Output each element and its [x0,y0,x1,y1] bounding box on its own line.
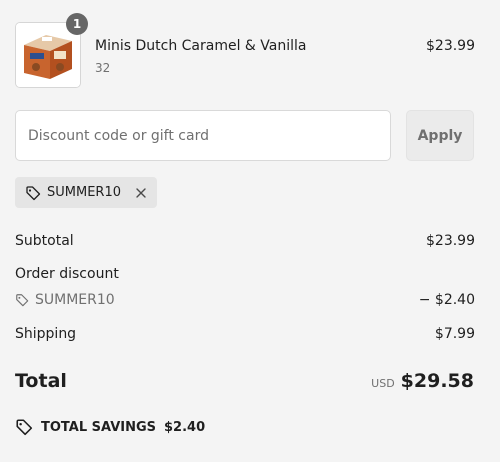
close-icon[interactable] [135,187,147,199]
discount-code-name: SUMMER10 [35,292,115,308]
line-item: 1 Minis Dutch Caramel & Vanilla 32 $23.9… [15,13,475,88]
applied-discount-tag: SUMMER10 [15,177,157,208]
discount-value: − $2.40 [418,292,475,308]
product-variant: 32 [95,61,111,75]
subtotal-label: Subtotal [15,233,74,249]
total-value: USD $29.58 [371,370,474,392]
total-savings-row: TOTAL SAVINGS $2.40 [15,418,205,436]
total-label: Total [15,370,67,392]
shipping-row: Shipping $7.99 [15,326,475,342]
subtotal-value: $23.99 [426,233,475,249]
discount-code-row: SUMMER10 − $2.40 [15,292,475,308]
currency-code: USD [371,377,395,390]
applied-discount-code: SUMMER10 [47,185,121,200]
quantity-badge: 1 [66,13,88,35]
total-savings-amount: $2.40 [164,419,206,435]
shipping-value: $7.99 [434,326,475,342]
discount-code-input[interactable] [15,110,391,161]
product-price: $23.99 [426,38,475,54]
order-discount-row: Order discount [15,266,475,282]
total-amount: $29.58 [400,370,474,392]
tag-icon [25,185,41,201]
discount-code-line: SUMMER10 [15,292,475,308]
order-summary: 1 Minis Dutch Caramel & Vanilla 32 $23.9… [0,0,500,462]
total-savings-label: TOTAL SAVINGS [41,419,157,435]
product-name: Minis Dutch Caramel & Vanilla [95,38,307,54]
tag-icon [15,293,29,307]
apply-button[interactable]: Apply [406,110,474,161]
tag-icon [15,418,33,436]
order-discount-label: Order discount [15,266,119,282]
subtotal-row: Subtotal $23.99 [15,233,475,249]
shipping-label: Shipping [15,326,77,342]
